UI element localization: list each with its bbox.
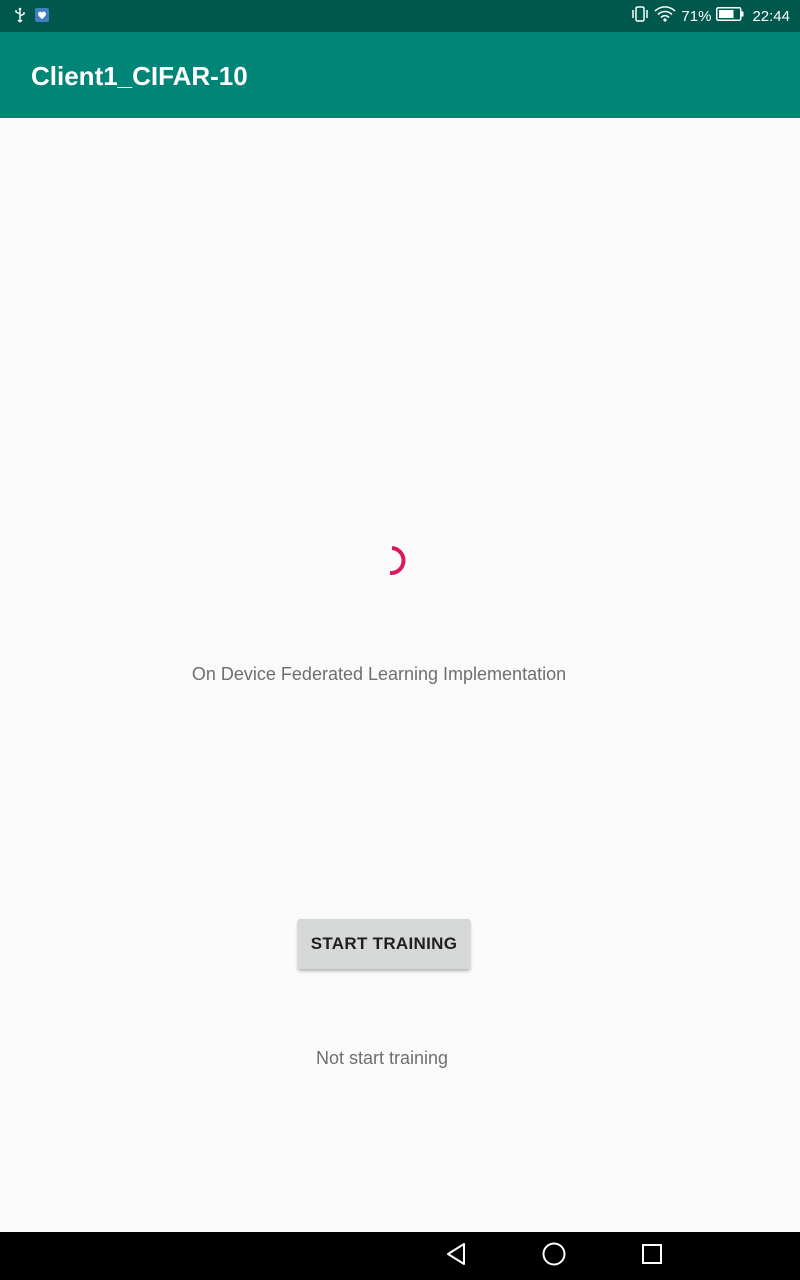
training-status-text: Not start training	[315, 1048, 449, 1068]
home-button[interactable]	[536, 1240, 572, 1272]
wifi-icon	[654, 6, 676, 26]
app-bar: Client1_CIFAR-10	[0, 32, 800, 118]
description-text: On Device Federated Learning Implementat…	[191, 664, 567, 684]
recents-button[interactable]	[634, 1240, 670, 1272]
status-left-icons	[14, 7, 50, 28]
battery-percent: 71%	[681, 7, 712, 25]
home-icon	[541, 1241, 567, 1272]
usb-icon	[14, 7, 26, 28]
start-training-button[interactable]: START TRAINING	[298, 919, 470, 969]
progress-spinner	[370, 539, 430, 590]
app-title: Client1_CIFAR-10	[31, 61, 248, 91]
back-icon	[445, 1242, 467, 1271]
battery-icon	[716, 7, 744, 25]
status-right-icons: 71% 22:44	[631, 0, 790, 32]
clock: 22:44	[752, 7, 790, 25]
back-button[interactable]	[438, 1240, 474, 1272]
notification-app-icon	[34, 7, 50, 28]
recents-icon	[641, 1243, 663, 1270]
status-bar: 71% 22:44	[0, 0, 800, 32]
vibrate-icon	[631, 6, 649, 26]
navigation-bar	[0, 1232, 800, 1280]
